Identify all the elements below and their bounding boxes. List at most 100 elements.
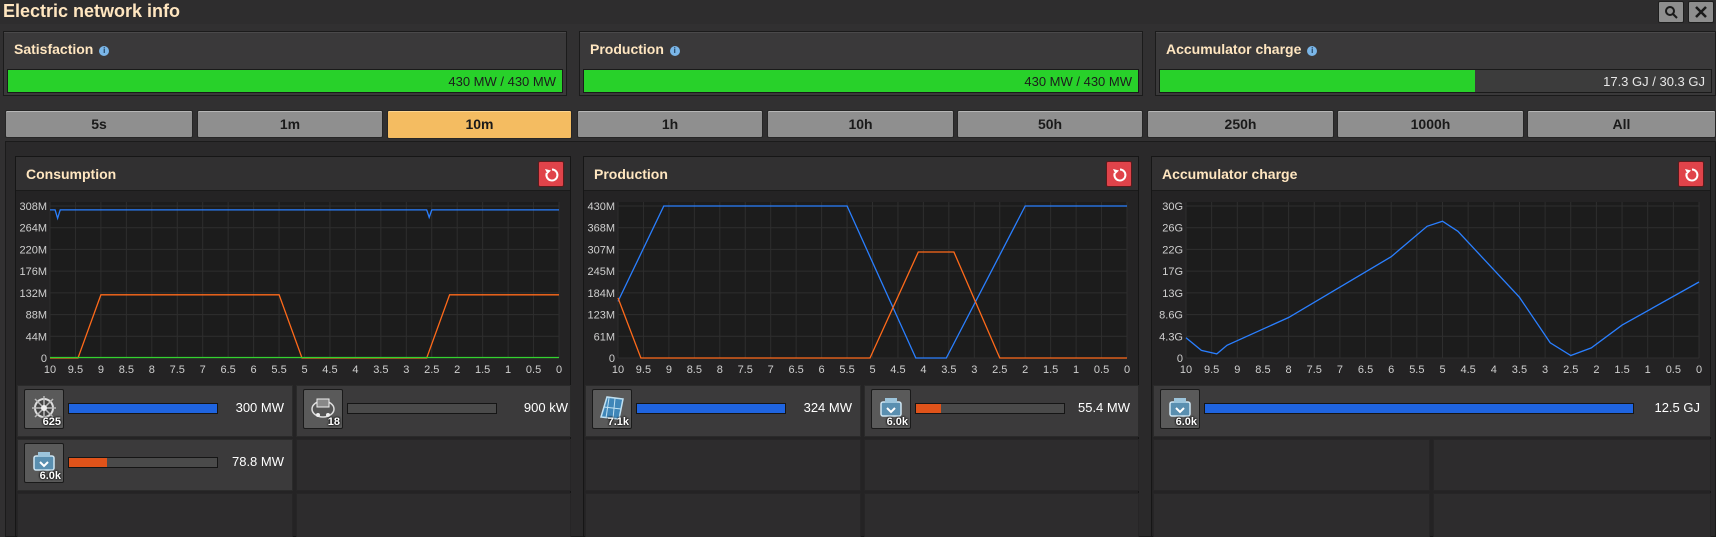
consumption-chart: 10 9.5 9 8.5 8 7.5 7 6.5 6 5.5 5 4.5 4 3.5 3 2.5 2 1.5 1 0.… xyxy=(19,201,562,376)
consumption-entry[interactable]: 625 300 MW xyxy=(17,385,293,437)
x-tick-label: 0.5 xyxy=(526,364,541,376)
x-tick-label: 0.5 xyxy=(1666,364,1681,376)
info-icon[interactable]: i xyxy=(669,46,680,56)
entry-bar xyxy=(915,403,1065,414)
entry-bar-fill xyxy=(916,404,942,413)
consumption-entry[interactable]: 18 900 kW xyxy=(296,385,571,437)
entry-bar xyxy=(636,403,786,414)
reset-icon xyxy=(545,168,559,182)
production-entry[interactable]: 7.1k 324 MW xyxy=(585,385,861,437)
info-icon[interactable]: i xyxy=(99,46,110,56)
close-icon xyxy=(1695,6,1707,18)
tab-10h[interactable]: 10h xyxy=(767,110,954,138)
x-tick-label: 4.5 xyxy=(322,364,337,376)
x-tick-label: 3.5 xyxy=(1512,364,1527,376)
tab-50h[interactable]: 50h xyxy=(957,110,1143,138)
accumulator-title: Accumulator charge xyxy=(1162,166,1298,182)
x-tick-label: 8.5 xyxy=(1255,364,1270,376)
y-tick-label: 44M xyxy=(26,331,47,343)
x-tick-label: 2 xyxy=(1593,364,1599,376)
accumulator-label: Accumulator charge xyxy=(1166,41,1302,57)
accumulator-entry[interactable]: 6.0k 12.5 GJ xyxy=(1153,385,1711,437)
tab-5s[interactable]: 5s xyxy=(5,110,193,138)
tab-all[interactable]: All xyxy=(1527,110,1716,138)
entry-bar xyxy=(347,403,497,414)
y-tick-label: 123M xyxy=(587,310,615,322)
y-tick-label: 8.6G xyxy=(1159,310,1183,322)
production-header: Production xyxy=(584,157,1138,191)
y-tick-label: 17G xyxy=(1162,266,1183,278)
search-button[interactable] xyxy=(1658,1,1684,23)
satisfaction-value: 430 MW / 430 MW xyxy=(448,74,556,89)
item-count: 625 xyxy=(42,416,61,428)
consumption-entry[interactable]: 6.0k 78.8 MW xyxy=(17,439,293,491)
entry-bar-fill xyxy=(69,458,108,467)
x-tick-label: 10 xyxy=(612,364,624,376)
window-titlebar: Electric network info xyxy=(0,0,1716,24)
x-tick-label: 10 xyxy=(1180,364,1192,376)
x-tick-label: 9.5 xyxy=(68,364,83,376)
satisfaction-panel: Satisfaction i 430 MW / 430 MW xyxy=(3,31,567,96)
tab-1m[interactable]: 1m xyxy=(197,110,383,138)
satisfaction-label-wrap: Satisfaction i xyxy=(14,41,110,57)
accumulator-label-wrap: Accumulator charge i xyxy=(1166,41,1318,57)
y-tick-label: 264M xyxy=(19,223,47,235)
x-tick-label: 2 xyxy=(454,364,460,376)
tab-1h[interactable]: 1h xyxy=(577,110,763,138)
y-tick-label: 30G xyxy=(1162,201,1183,213)
y-tick-label: 0 xyxy=(41,353,47,365)
x-tick-label: 9 xyxy=(98,364,104,376)
info-icon[interactable]: i xyxy=(1307,46,1318,56)
entry-bar xyxy=(1204,403,1634,414)
entry-bar-fill xyxy=(69,404,217,413)
tab-10m[interactable]: 10m xyxy=(387,110,572,139)
entry-bar xyxy=(68,457,218,468)
empty-entry xyxy=(296,493,571,537)
production-bar: 430 MW / 430 MW xyxy=(583,69,1139,93)
reset-button[interactable] xyxy=(1106,161,1132,187)
y-tick-label: 220M xyxy=(19,244,47,256)
x-tick-label: 5.5 xyxy=(1409,364,1424,376)
x-tick-label: 6 xyxy=(251,364,257,376)
y-tick-label: 430M xyxy=(587,201,615,213)
empty-entry xyxy=(1433,493,1711,537)
production-label: Production xyxy=(590,41,664,57)
production-value: 430 MW / 430 MW xyxy=(1024,74,1132,89)
reset-button[interactable] xyxy=(1678,161,1704,187)
x-tick-label: 7 xyxy=(1337,364,1343,376)
reset-icon xyxy=(1113,168,1127,182)
x-tick-label: 9.5 xyxy=(636,364,651,376)
x-tick-label: 8.5 xyxy=(687,364,702,376)
y-tick-label: 26G xyxy=(1162,223,1183,235)
item-count: 6.0k xyxy=(39,470,61,482)
x-tick-label: 3 xyxy=(403,364,409,376)
x-tick-label: 8.5 xyxy=(119,364,134,376)
item-count: 7.1k xyxy=(607,416,629,428)
entry-value: 12.5 GJ xyxy=(1654,400,1700,415)
x-tick-label: 1.5 xyxy=(475,364,490,376)
accumulator-bar: 17.3 GJ / 30.3 GJ xyxy=(1159,69,1712,93)
tab-1000h[interactable]: 1000h xyxy=(1337,110,1524,138)
empty-entry xyxy=(1153,493,1430,537)
tab-250h[interactable]: 250h xyxy=(1147,110,1334,138)
production-title: Production xyxy=(594,166,668,182)
search-icon xyxy=(1665,6,1678,19)
item-slot: 18 xyxy=(303,389,343,429)
x-tick-label: 0.5 xyxy=(1094,364,1109,376)
empty-entry xyxy=(296,439,571,491)
x-tick-label: 6.5 xyxy=(789,364,804,376)
x-tick-label: 8 xyxy=(149,364,155,376)
x-tick-label: 5.5 xyxy=(839,364,854,376)
production-entry[interactable]: 6.0k 55.4 MW xyxy=(864,385,1139,437)
y-tick-label: 368M xyxy=(587,223,615,235)
x-tick-label: 4.5 xyxy=(1461,364,1476,376)
y-tick-label: 22G xyxy=(1162,244,1183,256)
x-tick-label: 4.5 xyxy=(890,364,905,376)
reset-button[interactable] xyxy=(538,161,564,187)
x-tick-label: 5 xyxy=(869,364,875,376)
x-tick-label: 0 xyxy=(1124,364,1130,376)
x-tick-label: 8 xyxy=(717,364,723,376)
entry-bar xyxy=(68,403,218,414)
close-button[interactable] xyxy=(1688,1,1714,23)
y-tick-label: 61M xyxy=(594,331,615,343)
